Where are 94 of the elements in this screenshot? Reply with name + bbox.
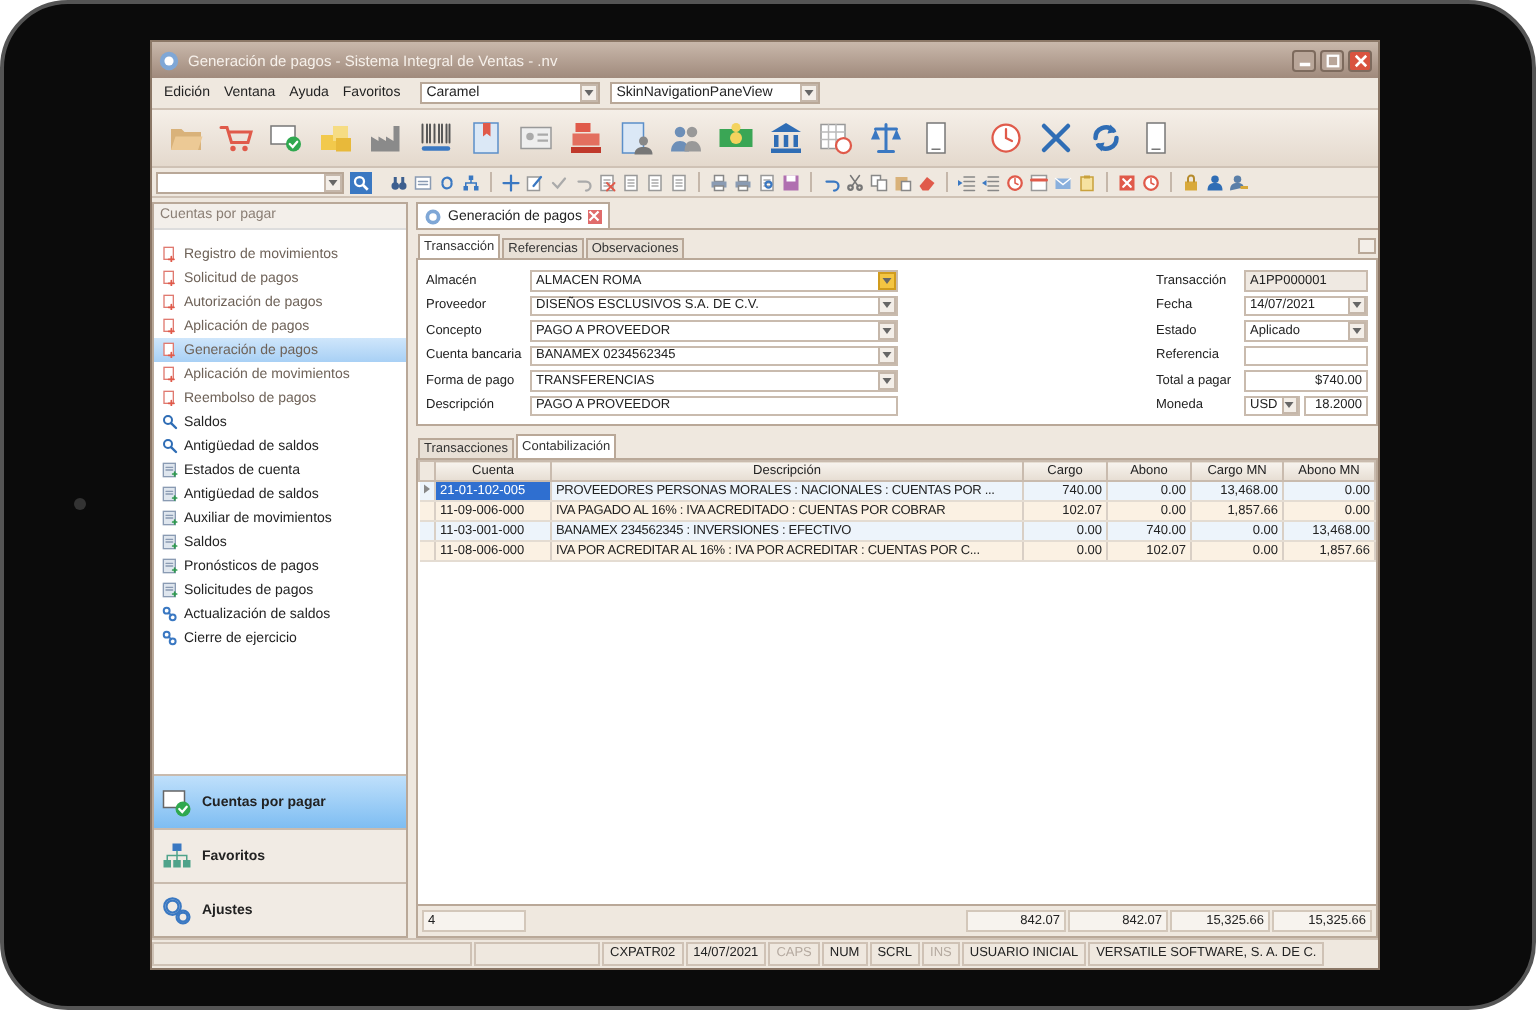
indent-icon[interactable] (958, 173, 976, 191)
caret-icon (1284, 402, 1295, 409)
lock-icon[interactable] (1182, 173, 1200, 191)
close-icon (1353, 53, 1367, 67)
hierarchy-icon (162, 841, 192, 871)
person-icon[interactable] (1206, 173, 1224, 191)
report-icon (162, 462, 178, 478)
list-icon[interactable] (414, 173, 432, 191)
maximize-button[interactable] (1320, 49, 1344, 71)
clock-icon[interactable] (988, 120, 1024, 156)
dropdown-button[interactable] (878, 346, 896, 365)
document-add-icon (162, 246, 178, 262)
close-tab-button[interactable] (587, 209, 602, 223)
tools-icon[interactable] (1038, 120, 1074, 156)
report-icon (162, 582, 178, 598)
paste-icon[interactable] (894, 173, 912, 191)
document-person-icon[interactable] (618, 120, 654, 156)
eraser-icon[interactable] (918, 173, 936, 191)
document-icon[interactable] (468, 120, 504, 156)
person-key-icon[interactable] (1230, 173, 1248, 191)
dropdown-button[interactable] (580, 84, 599, 102)
dropdown-button[interactable] (878, 296, 896, 315)
search-field[interactable] (156, 171, 344, 193)
text-field[interactable] (1244, 345, 1368, 366)
calendar-icon[interactable] (1030, 173, 1048, 191)
document-add-icon (162, 318, 178, 334)
dropdown-button[interactable] (1348, 296, 1366, 315)
clock-icon[interactable] (1006, 173, 1024, 191)
panel-button[interactable] (1358, 238, 1376, 254)
dropdown-button[interactable] (1348, 321, 1366, 340)
print-preview-icon[interactable] (758, 173, 776, 191)
dropdown-button[interactable] (878, 321, 896, 340)
document-icon[interactable] (646, 173, 664, 191)
search-icon (162, 438, 178, 454)
cart-icon[interactable] (218, 120, 254, 156)
caret-icon (882, 302, 892, 309)
app-icon (158, 49, 180, 71)
factory-icon[interactable] (368, 120, 404, 156)
caret-icon (1352, 327, 1362, 334)
dropdown-button[interactable] (324, 173, 342, 191)
report-icon (162, 534, 178, 550)
calendar-clock-icon[interactable] (818, 120, 854, 156)
certificate-check-icon[interactable] (268, 120, 304, 156)
app-icon (424, 207, 442, 225)
caret-icon (804, 90, 815, 96)
report-icon (162, 558, 178, 574)
dropdown-button[interactable] (800, 84, 819, 102)
save-icon[interactable] (782, 173, 800, 191)
certificate-check-icon (162, 787, 192, 817)
link-icon (162, 606, 178, 622)
document-add-icon (162, 342, 178, 358)
outdent-icon[interactable] (982, 173, 1000, 191)
barcode-icon[interactable] (418, 120, 454, 156)
caret-icon (882, 377, 892, 384)
close-icon[interactable] (1118, 173, 1136, 191)
caret-icon (1352, 302, 1362, 309)
document-icon[interactable] (670, 173, 688, 191)
minimize-button[interactable] (1292, 49, 1316, 71)
maximize-icon (1325, 53, 1339, 67)
document-icon[interactable] (622, 173, 640, 191)
dropdown-button[interactable] (878, 271, 896, 290)
document-add-icon (162, 270, 178, 286)
camera-lens (74, 498, 86, 510)
bank-icon[interactable] (768, 120, 804, 156)
caret-icon (882, 277, 892, 284)
document-add-icon (162, 294, 178, 310)
caret-icon (882, 327, 892, 334)
plus-icon[interactable] (502, 173, 520, 191)
close-button[interactable] (1348, 49, 1372, 71)
pencil-icon[interactable] (526, 173, 544, 191)
scale-icon[interactable] (868, 120, 904, 156)
caret-icon (882, 352, 892, 359)
scissors-icon[interactable] (846, 173, 864, 191)
check-icon[interactable] (550, 173, 568, 191)
caret-icon (328, 179, 338, 185)
report-icon (162, 486, 178, 502)
search-icon (162, 414, 178, 430)
clock-icon[interactable] (1142, 173, 1160, 191)
copy-icon[interactable] (870, 173, 888, 191)
delete-document-icon[interactable] (598, 173, 616, 191)
clipboard-icon[interactable] (1078, 173, 1096, 191)
dropdown-button[interactable] (878, 371, 896, 390)
hierarchy-icon[interactable] (462, 173, 480, 191)
binoculars-icon[interactable] (390, 173, 408, 191)
cash-register-icon[interactable] (568, 120, 604, 156)
dropdown-button[interactable] (1281, 396, 1298, 415)
report-icon (162, 510, 178, 526)
settings-icon (162, 895, 192, 925)
document-add-icon (162, 366, 178, 382)
link-icon (162, 630, 178, 646)
caret-icon (584, 90, 595, 96)
document-add-icon (162, 390, 178, 406)
search-button[interactable] (350, 171, 372, 193)
mail-icon[interactable] (1054, 173, 1072, 191)
